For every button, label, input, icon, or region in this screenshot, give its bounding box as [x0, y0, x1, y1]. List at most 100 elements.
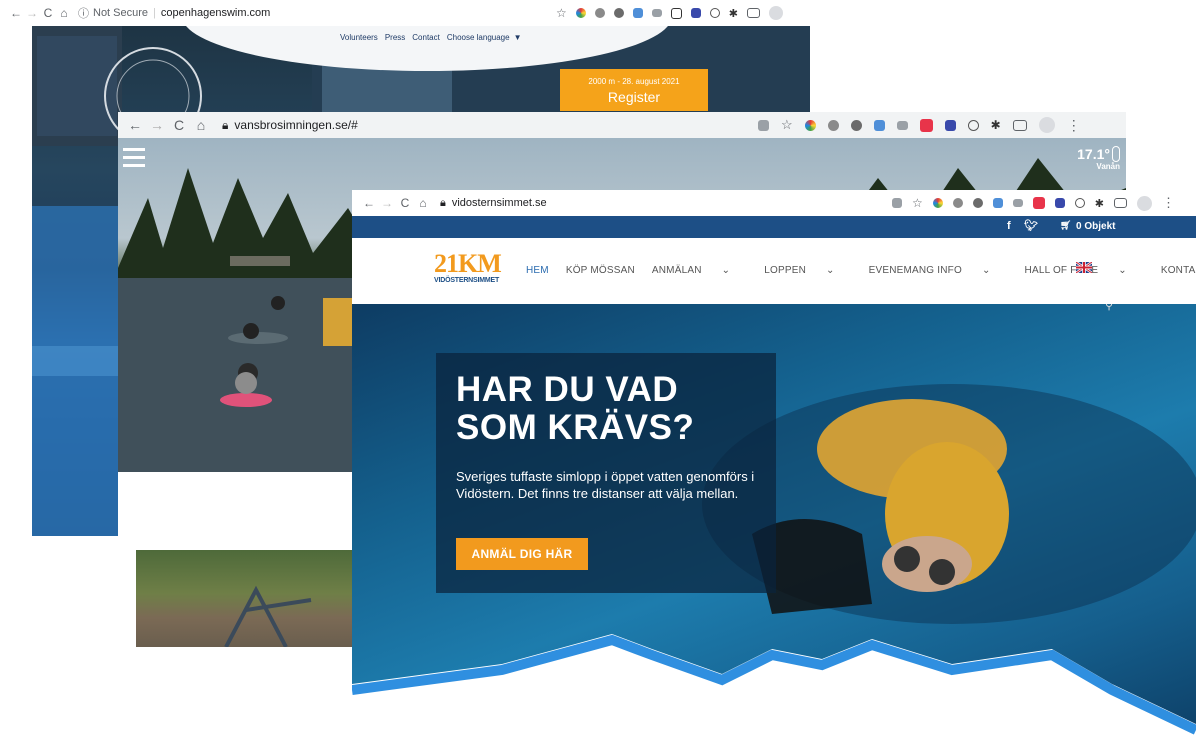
- thermometer-icon: [1112, 146, 1120, 162]
- extension-icon[interactable]: [952, 198, 963, 208]
- nav-contact[interactable]: Contact: [412, 33, 440, 42]
- extension-icon[interactable]: [1054, 198, 1065, 208]
- browser-window-vidosternsimmet: ← → C ⌂ 🔒︎ vidosternsimmet.se ☆ ✱ ⋮ f 🐦︎…: [352, 190, 1196, 741]
- more-menu-icon[interactable]: ⋮: [1067, 117, 1081, 134]
- twitter-icon[interactable]: 🐦︎: [1024, 219, 1038, 232]
- profile-avatar-icon[interactable]: [1038, 117, 1055, 133]
- star-icon[interactable]: ☆: [781, 117, 793, 133]
- home-icon[interactable]: ⌂: [190, 117, 212, 133]
- extension-icon[interactable]: [967, 119, 979, 131]
- cart-icon[interactable]: 🛒︎: [1060, 220, 1071, 231]
- star-icon[interactable]: ☆: [912, 196, 923, 210]
- extension-icon[interactable]: [932, 198, 943, 208]
- star-icon[interactable]: ☆: [556, 6, 567, 20]
- uk-flag-icon[interactable]: [1076, 262, 1092, 273]
- extension-icon[interactable]: [827, 119, 839, 131]
- extension-icon[interactable]: [896, 120, 908, 130]
- extension-icon[interactable]: [1032, 197, 1045, 209]
- site-header: 21KM VIDÖSTERNSIMMET HEM KÖP MÖSSAN ANMÄ…: [352, 238, 1196, 304]
- extension-icon[interactable]: [670, 7, 682, 19]
- extension-icon[interactable]: [1012, 199, 1023, 207]
- menu-item-kop-mossan[interactable]: KÖP MÖSSAN: [566, 265, 635, 276]
- forward-icon[interactable]: →: [146, 117, 168, 133]
- profile-avatar-icon[interactable]: [768, 6, 783, 20]
- address-bar[interactable]: copenhagenswim.com: [161, 7, 270, 19]
- reload-icon[interactable]: C: [40, 6, 56, 20]
- extension-icon[interactable]: [972, 198, 983, 208]
- menu-item-evenemang-info[interactable]: EVENEMANG INFO ⌄: [869, 265, 1008, 276]
- profile-avatar-icon[interactable]: [1136, 195, 1152, 211]
- caret-down-icon: ▼: [513, 33, 522, 42]
- more-menu-icon[interactable]: ⋮: [1162, 195, 1175, 211]
- extension-icon[interactable]: [613, 8, 624, 18]
- extension-icon[interactable]: [992, 198, 1003, 208]
- nav-volunteers[interactable]: Volunteers: [340, 33, 378, 42]
- cart-label[interactable]: 0 Objekt: [1076, 221, 1115, 232]
- browser-toolbar: ← → C ⌂ ⓘ Not Secure | copenhagenswim.co…: [0, 0, 815, 26]
- url-divider: |: [153, 7, 156, 19]
- translate-icon[interactable]: [892, 198, 902, 208]
- social-cart-bar: f 🐦︎ 🛒︎ 0 Objekt: [352, 216, 1196, 238]
- extension-icon[interactable]: [632, 8, 643, 18]
- logo-distance: 21KM: [434, 249, 502, 278]
- hero-section: HAR DU VAD SOM KRÄVS? Sveriges tuffaste …: [352, 304, 1196, 741]
- info-icon[interactable]: ⓘ: [78, 5, 89, 21]
- extension-icon[interactable]: [1074, 198, 1085, 208]
- address-bar[interactable]: vansbrosimningen.se/#: [234, 118, 357, 132]
- register-box[interactable]: 2000 m - 28. august 2021 Register: [560, 69, 708, 111]
- menu-icon[interactable]: [123, 148, 145, 167]
- cast-icon[interactable]: [746, 8, 760, 18]
- cast-icon[interactable]: [1113, 198, 1127, 208]
- cast-icon[interactable]: [1012, 119, 1027, 131]
- content-photo: [136, 550, 370, 647]
- menu-item-hem[interactable]: HEM: [526, 265, 549, 276]
- logo-name: VIDÖSTERNSIMMET: [434, 277, 500, 284]
- back-icon[interactable]: ←: [8, 6, 24, 20]
- extension-icon[interactable]: [575, 8, 586, 18]
- puzzle-icon[interactable]: ✱: [1095, 197, 1104, 210]
- extension-icon[interactable]: [690, 8, 701, 18]
- reload-icon[interactable]: C: [396, 196, 414, 210]
- translate-icon[interactable]: [758, 119, 769, 131]
- back-icon[interactable]: ←: [124, 117, 146, 133]
- extension-icon[interactable]: [944, 119, 956, 131]
- extension-icon[interactable]: [919, 118, 933, 132]
- browser-toolbar: ← → C ⌂ 🔒︎ vansbrosimningen.se/# ☆ ✱ ⋮: [118, 112, 1126, 138]
- address-bar[interactable]: vidosternsimmet.se: [452, 197, 547, 209]
- nav-press[interactable]: Press: [385, 33, 405, 42]
- extension-icon[interactable]: [651, 9, 662, 17]
- hero-text-box: HAR DU VAD SOM KRÄVS? Sveriges tuffaste …: [436, 353, 776, 593]
- facebook-icon[interactable]: f: [1007, 220, 1011, 232]
- site-nav: Volunteers Press Contact Choose language…: [340, 33, 521, 42]
- register-cta-button[interactable]: ANMÄL DIG HÄR: [456, 538, 588, 570]
- lock-icon: 🔒︎: [440, 196, 446, 209]
- back-icon[interactable]: ←: [360, 196, 378, 210]
- extension-icon[interactable]: [804, 119, 816, 131]
- extension-icon[interactable]: [709, 8, 720, 18]
- puzzle-icon[interactable]: ✱: [729, 7, 738, 20]
- search-icon[interactable]: ⚲: [1105, 304, 1113, 312]
- menu-item-kontakt[interactable]: KONTAKT ⌄: [1161, 265, 1196, 276]
- menu-item-anmalan[interactable]: ANMÄLAN ⌄: [652, 265, 747, 276]
- site-logo[interactable]: 21KM VIDÖSTERNSIMMET: [434, 251, 514, 295]
- extension-icon[interactable]: [873, 119, 885, 131]
- security-label: Not Secure: [93, 7, 149, 19]
- forward-icon[interactable]: →: [24, 6, 40, 20]
- lock-icon: 🔒︎: [222, 117, 229, 132]
- hero-headline: HAR DU VAD SOM KRÄVS?: [456, 370, 695, 447]
- browser-toolbar: ← → C ⌂ 🔒︎ vidosternsimmet.se ☆ ✱ ⋮: [352, 190, 1196, 216]
- hero-subtext: Sveriges tuffaste simlopp i öppet vatten…: [456, 469, 755, 501]
- temperature-value: 17.1°: [1077, 146, 1110, 162]
- nav-choose-language[interactable]: Choose language: [447, 33, 510, 42]
- chevron-down-icon: ⌄: [825, 265, 835, 276]
- home-icon[interactable]: ⌂: [56, 6, 72, 20]
- extension-icon[interactable]: [850, 119, 862, 131]
- home-icon[interactable]: ⌂: [414, 196, 432, 210]
- chevron-down-icon: ⌄: [981, 265, 991, 276]
- forward-icon[interactable]: →: [378, 196, 396, 210]
- register-button[interactable]: Register: [560, 89, 708, 105]
- extension-icon[interactable]: [594, 8, 605, 18]
- puzzle-icon[interactable]: ✱: [991, 118, 1001, 132]
- menu-item-loppen[interactable]: LOPPEN ⌄: [764, 265, 851, 276]
- reload-icon[interactable]: C: [168, 117, 190, 133]
